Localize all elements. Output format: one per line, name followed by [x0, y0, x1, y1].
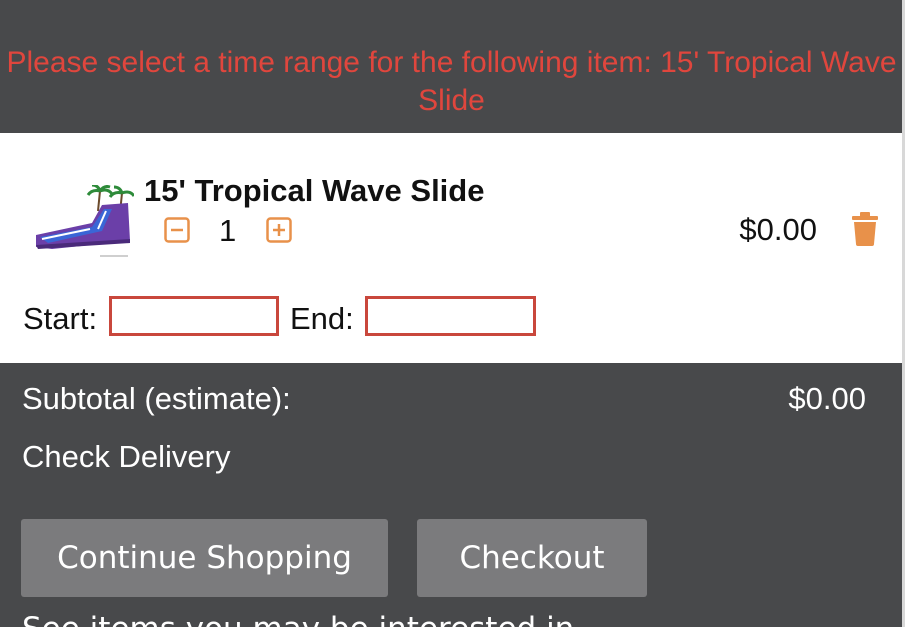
- trash-icon[interactable]: [850, 212, 880, 246]
- plus-square-icon[interactable]: [266, 217, 292, 243]
- inflatable-water-slide-thumbnail: [36, 185, 134, 257]
- continue-shopping-button[interactable]: Continue Shopping: [21, 519, 388, 597]
- time-range-warning: Please select a time range for the follo…: [6, 46, 897, 117]
- check-delivery-link[interactable]: Check Delivery: [22, 439, 230, 475]
- cart-item: 15' Tropical Wave Slide 1 $0.00 Start: E…: [0, 133, 902, 363]
- checkout-button[interactable]: Checkout: [417, 519, 647, 597]
- recommendations-heading: See items you may be interested in: [22, 611, 574, 627]
- start-date-input[interactable]: [109, 296, 279, 336]
- item-name: 15' Tropical Wave Slide: [144, 173, 485, 208]
- start-label: Start:: [23, 301, 98, 336]
- end-date-input[interactable]: [365, 296, 536, 336]
- quantity-value: 1: [219, 213, 237, 248]
- end-label: End:: [290, 301, 354, 336]
- cart-panel: Please select a time range for the follo…: [0, 0, 905, 627]
- item-price: $0.00: [739, 212, 817, 247]
- minus-square-icon[interactable]: [164, 217, 190, 243]
- subtotal-value: $0.00: [788, 381, 866, 416]
- subtotal-label: Subtotal (estimate):: [22, 381, 291, 416]
